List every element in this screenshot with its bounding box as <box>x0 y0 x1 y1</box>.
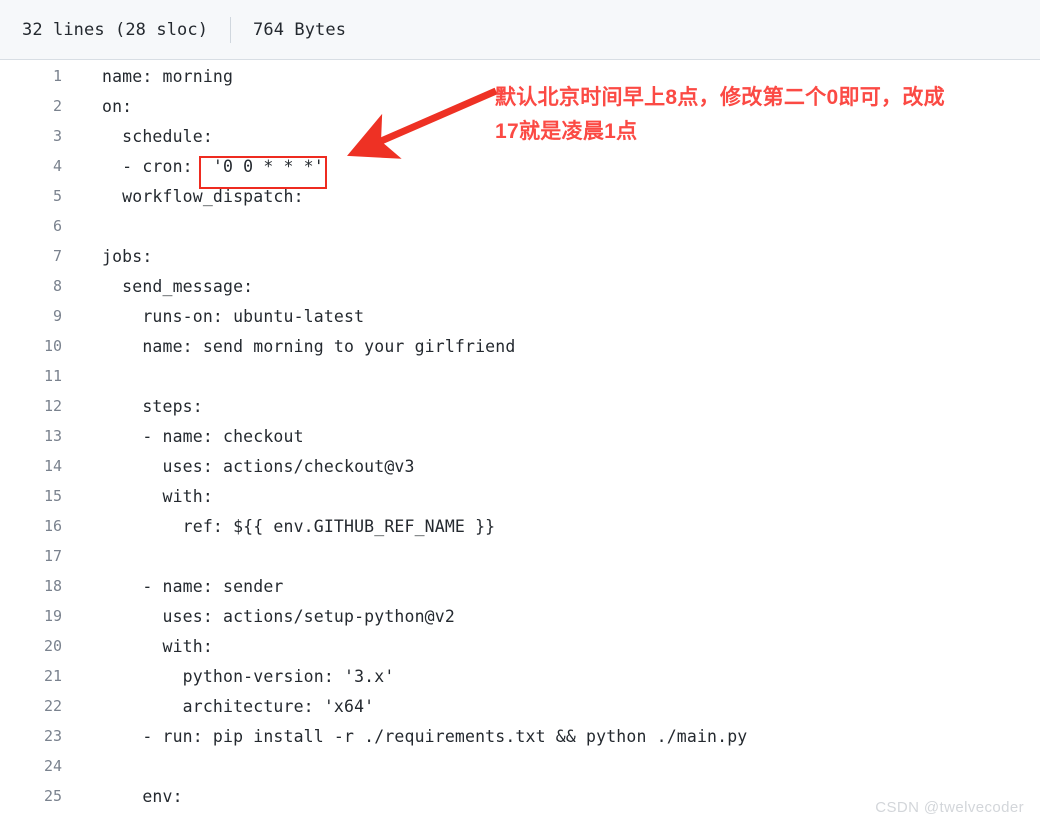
line-number[interactable]: 5 <box>0 181 78 211</box>
line-content[interactable]: - name: checkout <box>78 421 1040 451</box>
line-number[interactable]: 17 <box>0 541 78 571</box>
code-line-row: 13 - name: checkout <box>0 421 1040 451</box>
line-content[interactable]: workflow_dispatch: <box>78 181 1040 211</box>
code-line-row: 21 python-version: '3.x' <box>0 661 1040 691</box>
line-content[interactable]: - cron: '0 0 * * *' <box>78 151 1040 181</box>
file-size-label: 764 Bytes <box>253 19 347 40</box>
code-line-row: 12 steps: <box>0 391 1040 421</box>
line-number[interactable]: 24 <box>0 751 78 781</box>
code-line-row: 20 with: <box>0 631 1040 661</box>
code-line-row: 24 <box>0 751 1040 781</box>
code-line-row: 2 on: <box>0 91 1040 121</box>
code-line-row: 11 <box>0 361 1040 391</box>
code-line-row: 15 with: <box>0 481 1040 511</box>
line-content[interactable]: ref: ${{ env.GITHUB_REF_NAME }} <box>78 511 1040 541</box>
line-content[interactable] <box>78 751 1040 781</box>
code-line-row: 3 schedule: <box>0 121 1040 151</box>
code-line-row: 5 workflow_dispatch: <box>0 181 1040 211</box>
line-number[interactable]: 12 <box>0 391 78 421</box>
code-line-row: 7 jobs: <box>0 241 1040 271</box>
file-meta: 32 lines (28 sloc) 764 Bytes <box>22 16 347 43</box>
line-content[interactable] <box>78 211 1040 241</box>
line-content[interactable]: with: <box>78 631 1040 661</box>
code-line-row: 9 runs-on: ubuntu-latest <box>0 301 1040 331</box>
file-header-bar: 32 lines (28 sloc) 764 Bytes <box>0 0 1040 60</box>
line-content[interactable]: uses: actions/checkout@v3 <box>78 451 1040 481</box>
code-table: 1 name: morning 2 on: 3 schedule: 4 - cron: '… <box>0 61 1040 811</box>
csdn-watermark: CSDN @twelvecoder <box>875 799 1024 816</box>
code-line-row: 4 - cron: '0 0 * * *' <box>0 151 1040 181</box>
code-line-row: 18 - name: sender <box>0 571 1040 601</box>
line-number[interactable]: 25 <box>0 781 78 811</box>
line-number[interactable]: 16 <box>0 511 78 541</box>
line-number[interactable]: 8 <box>0 271 78 301</box>
line-content[interactable]: with: <box>78 481 1040 511</box>
line-number[interactable]: 23 <box>0 721 78 751</box>
line-number[interactable]: 4 <box>0 151 78 181</box>
line-number[interactable]: 22 <box>0 691 78 721</box>
line-number[interactable]: 1 <box>0 61 78 91</box>
code-line-row: 8 send_message: <box>0 271 1040 301</box>
code-table-body: 1 name: morning 2 on: 3 schedule: 4 - cron: '… <box>0 61 1040 811</box>
line-content[interactable] <box>78 361 1040 391</box>
line-number[interactable]: 21 <box>0 661 78 691</box>
line-count-label: 32 lines (28 sloc) <box>22 19 209 40</box>
line-number[interactable]: 19 <box>0 601 78 631</box>
line-number[interactable]: 11 <box>0 361 78 391</box>
line-number[interactable]: 10 <box>0 331 78 361</box>
line-content[interactable]: uses: actions/setup-python@v2 <box>78 601 1040 631</box>
line-number[interactable]: 9 <box>0 301 78 331</box>
line-content[interactable]: architecture: 'x64' <box>78 691 1040 721</box>
code-file-viewer: 32 lines (28 sloc) 764 Bytes 1 name: morn… <box>0 0 1040 822</box>
line-content[interactable]: - name: sender <box>78 571 1040 601</box>
line-number[interactable]: 20 <box>0 631 78 661</box>
line-content[interactable]: on: <box>78 91 1040 121</box>
line-content[interactable]: name: send morning to your girlfriend <box>78 331 1040 361</box>
line-number[interactable]: 18 <box>0 571 78 601</box>
line-content[interactable] <box>78 541 1040 571</box>
line-content[interactable]: send_message: <box>78 271 1040 301</box>
code-line-row: 6 <box>0 211 1040 241</box>
line-number[interactable]: 13 <box>0 421 78 451</box>
line-content[interactable]: jobs: <box>78 241 1040 271</box>
code-line-row: 23 - run: pip install -r ./requirements.… <box>0 721 1040 751</box>
code-line-row: 14 uses: actions/checkout@v3 <box>0 451 1040 481</box>
line-content[interactable]: schedule: <box>78 121 1040 151</box>
code-line-row: 1 name: morning <box>0 61 1040 91</box>
code-line-row: 19 uses: actions/setup-python@v2 <box>0 601 1040 631</box>
code-line-row: 10 name: send morning to your girlfriend <box>0 331 1040 361</box>
line-content[interactable]: runs-on: ubuntu-latest <box>78 301 1040 331</box>
line-content[interactable]: python-version: '3.x' <box>78 661 1040 691</box>
code-blob-area[interactable]: 1 name: morning 2 on: 3 schedule: 4 - cron: '… <box>0 61 1040 822</box>
code-line-row: 22 architecture: 'x64' <box>0 691 1040 721</box>
meta-divider <box>230 16 232 43</box>
code-line-row: 17 <box>0 541 1040 571</box>
line-number[interactable]: 3 <box>0 121 78 151</box>
line-content[interactable]: - run: pip install -r ./requirements.txt… <box>78 721 1040 751</box>
line-number[interactable]: 6 <box>0 211 78 241</box>
line-content[interactable]: name: morning <box>78 61 1040 91</box>
line-content[interactable]: steps: <box>78 391 1040 421</box>
line-number[interactable]: 2 <box>0 91 78 121</box>
line-number[interactable]: 7 <box>0 241 78 271</box>
line-number[interactable]: 15 <box>0 481 78 511</box>
line-number[interactable]: 14 <box>0 451 78 481</box>
code-line-row: 16 ref: ${{ env.GITHUB_REF_NAME }} <box>0 511 1040 541</box>
